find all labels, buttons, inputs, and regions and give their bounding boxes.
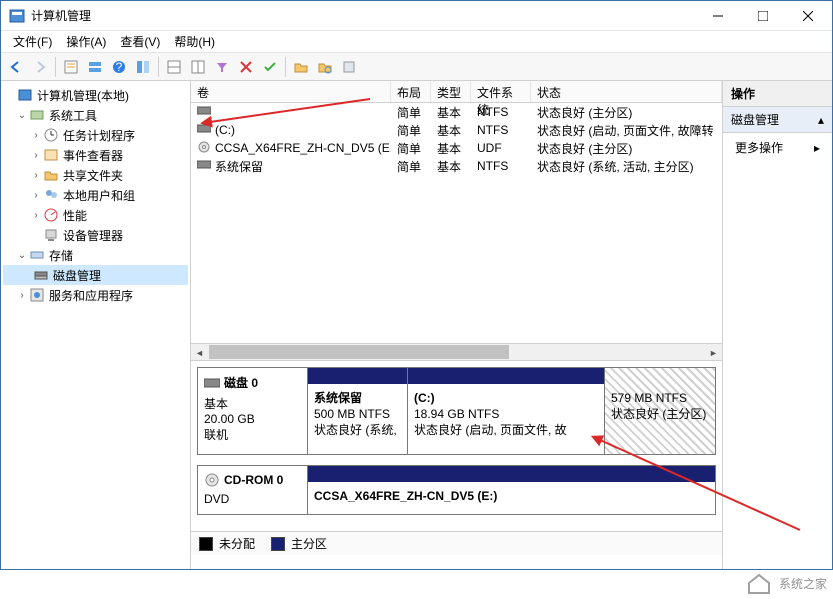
scroll-right-icon[interactable]: ►: [705, 344, 722, 361]
nav-tree: 计算机管理(本地) ⌄系统工具 ›任务计划程序 ›事件查看器 ›共享文件夹 ›本…: [1, 81, 191, 569]
cdrom-partition[interactable]: CCSA_X64FRE_ZH-CN_DV5 (E:): [308, 466, 715, 514]
expand-icon[interactable]: ›: [15, 290, 29, 301]
actions-pane: 操作 磁盘管理▴ 更多操作▸: [722, 81, 832, 569]
tree-local-users[interactable]: ›本地用户和组: [3, 185, 188, 205]
settings-button[interactable]: [338, 56, 360, 78]
folder-search-button[interactable]: [314, 56, 336, 78]
back-button[interactable]: [5, 56, 27, 78]
expand-icon[interactable]: ⌄: [15, 250, 29, 261]
tree-device-manager[interactable]: 设备管理器: [3, 225, 188, 245]
tree-task-scheduler[interactable]: ›任务计划程序: [3, 125, 188, 145]
partition-c[interactable]: (C:) 18.94 GB NTFS 状态良好 (启动, 页面文件, 故: [408, 368, 605, 454]
view-list-button[interactable]: [84, 56, 106, 78]
disk-map: 磁盘 0 基本 20.00 GB 联机 系统保留 500 MB NTFS 状态良…: [191, 360, 722, 531]
dvd-icon: [204, 472, 220, 488]
volume-list: 简单基本NTFS状态良好 (主分区)(C:)简单基本NTFS状态良好 (启动, …: [191, 103, 722, 343]
cdrom-row[interactable]: CD-ROM 0 DVD CCSA_X64FRE_ZH-CN_DV5 (E:): [197, 465, 716, 515]
tree-services-apps[interactable]: ›服务和应用程序: [3, 285, 188, 305]
actions-disk-management[interactable]: 磁盘管理▴: [723, 107, 832, 133]
check-button[interactable]: [259, 56, 281, 78]
delete-button[interactable]: [235, 56, 257, 78]
forward-button[interactable]: [29, 56, 51, 78]
legend-unallocated-swatch: [199, 537, 213, 551]
col-fs[interactable]: 文件系统: [471, 81, 531, 102]
menu-help[interactable]: 帮助(H): [168, 31, 221, 52]
tree-event-viewer[interactable]: ›事件查看器: [3, 145, 188, 165]
filter-button[interactable]: [211, 56, 233, 78]
dvd-icon: [197, 140, 211, 157]
partition-system-reserved[interactable]: 系统保留 500 MB NTFS 状态良好 (系统,: [308, 368, 408, 454]
toolbar: ?: [1, 53, 832, 81]
chevron-right-icon: ▸: [814, 141, 820, 155]
menubar: 文件(F) 操作(A) 查看(V) 帮助(H): [1, 31, 832, 53]
col-status[interactable]: 状态: [531, 81, 722, 102]
expand-icon[interactable]: ›: [29, 170, 43, 181]
col-layout[interactable]: 布局: [391, 81, 431, 102]
cdrom-label: CD-ROM 0 DVD: [198, 466, 308, 514]
close-button[interactable]: [785, 1, 830, 30]
toggle-1-button[interactable]: [163, 56, 185, 78]
volume-icon: [197, 123, 211, 137]
scrollbar-thumb[interactable]: [209, 345, 509, 359]
folder-button[interactable]: [290, 56, 312, 78]
expand-icon[interactable]: ›: [29, 150, 43, 161]
toggle-2-button[interactable]: [187, 56, 209, 78]
minimize-button[interactable]: [695, 1, 740, 30]
volume-row[interactable]: 系统保留简单基本NTFS状态良好 (系统, 活动, 主分区): [191, 157, 722, 175]
disk-0-label: 磁盘 0 基本 20.00 GB 联机: [198, 368, 308, 454]
tree-performance[interactable]: ›性能: [3, 205, 188, 225]
expand-icon[interactable]: ›: [29, 130, 43, 141]
partition-unlabeled[interactable]: 579 MB NTFS 状态良好 (主分区): [605, 368, 715, 454]
help-button[interactable]: ?: [108, 56, 130, 78]
tree-disk-management[interactable]: 磁盘管理: [3, 265, 188, 285]
volume-row[interactable]: 简单基本NTFS状态良好 (主分区): [191, 103, 722, 121]
expand-icon[interactable]: ›: [29, 190, 43, 201]
disk-0-row[interactable]: 磁盘 0 基本 20.00 GB 联机 系统保留 500 MB NTFS 状态良…: [197, 367, 716, 455]
volume-row[interactable]: (C:)简单基本NTFS状态良好 (启动, 页面文件, 故障转: [191, 121, 722, 139]
scroll-left-icon[interactable]: ◄: [191, 344, 208, 361]
horizontal-scrollbar[interactable]: ◄ ►: [191, 343, 722, 360]
view-button[interactable]: [132, 56, 154, 78]
tree-system-tools[interactable]: ⌄系统工具: [3, 105, 188, 125]
tree-root[interactable]: 计算机管理(本地): [3, 85, 188, 105]
tree-shared-folders[interactable]: ›共享文件夹: [3, 165, 188, 185]
expand-icon[interactable]: ›: [29, 210, 43, 221]
col-volume[interactable]: 卷: [191, 81, 391, 102]
titlebar: 计算机管理: [1, 1, 832, 31]
svg-text:?: ?: [116, 60, 123, 74]
menu-file[interactable]: 文件(F): [7, 31, 58, 52]
maximize-button[interactable]: [740, 1, 785, 30]
expand-icon[interactable]: ⌄: [15, 110, 29, 121]
app-icon: [9, 8, 25, 24]
menu-action[interactable]: 操作(A): [60, 31, 112, 52]
col-type[interactable]: 类型: [431, 81, 471, 102]
volume-icon: [197, 105, 211, 119]
actions-header: 操作: [723, 81, 832, 107]
volume-list-header: 卷 布局 类型 文件系统 状态: [191, 81, 722, 103]
menu-view[interactable]: 查看(V): [114, 31, 166, 52]
legend-primary-swatch: [271, 537, 285, 551]
tree-storage[interactable]: ⌄存储: [3, 245, 188, 265]
watermark: 系统之家: [745, 569, 827, 597]
volume-row[interactable]: CCSA_X64FRE_ZH-CN_DV5 (E:)简单基本UDF状态良好 (主…: [191, 139, 722, 157]
window-title: 计算机管理: [31, 7, 695, 24]
chevron-up-icon: ▴: [818, 113, 824, 127]
volume-icon: [197, 159, 211, 173]
legend: 未分配 主分区: [191, 531, 722, 555]
properties-button[interactable]: [60, 56, 82, 78]
disk-icon: [204, 377, 220, 389]
actions-more[interactable]: 更多操作▸: [723, 133, 832, 162]
